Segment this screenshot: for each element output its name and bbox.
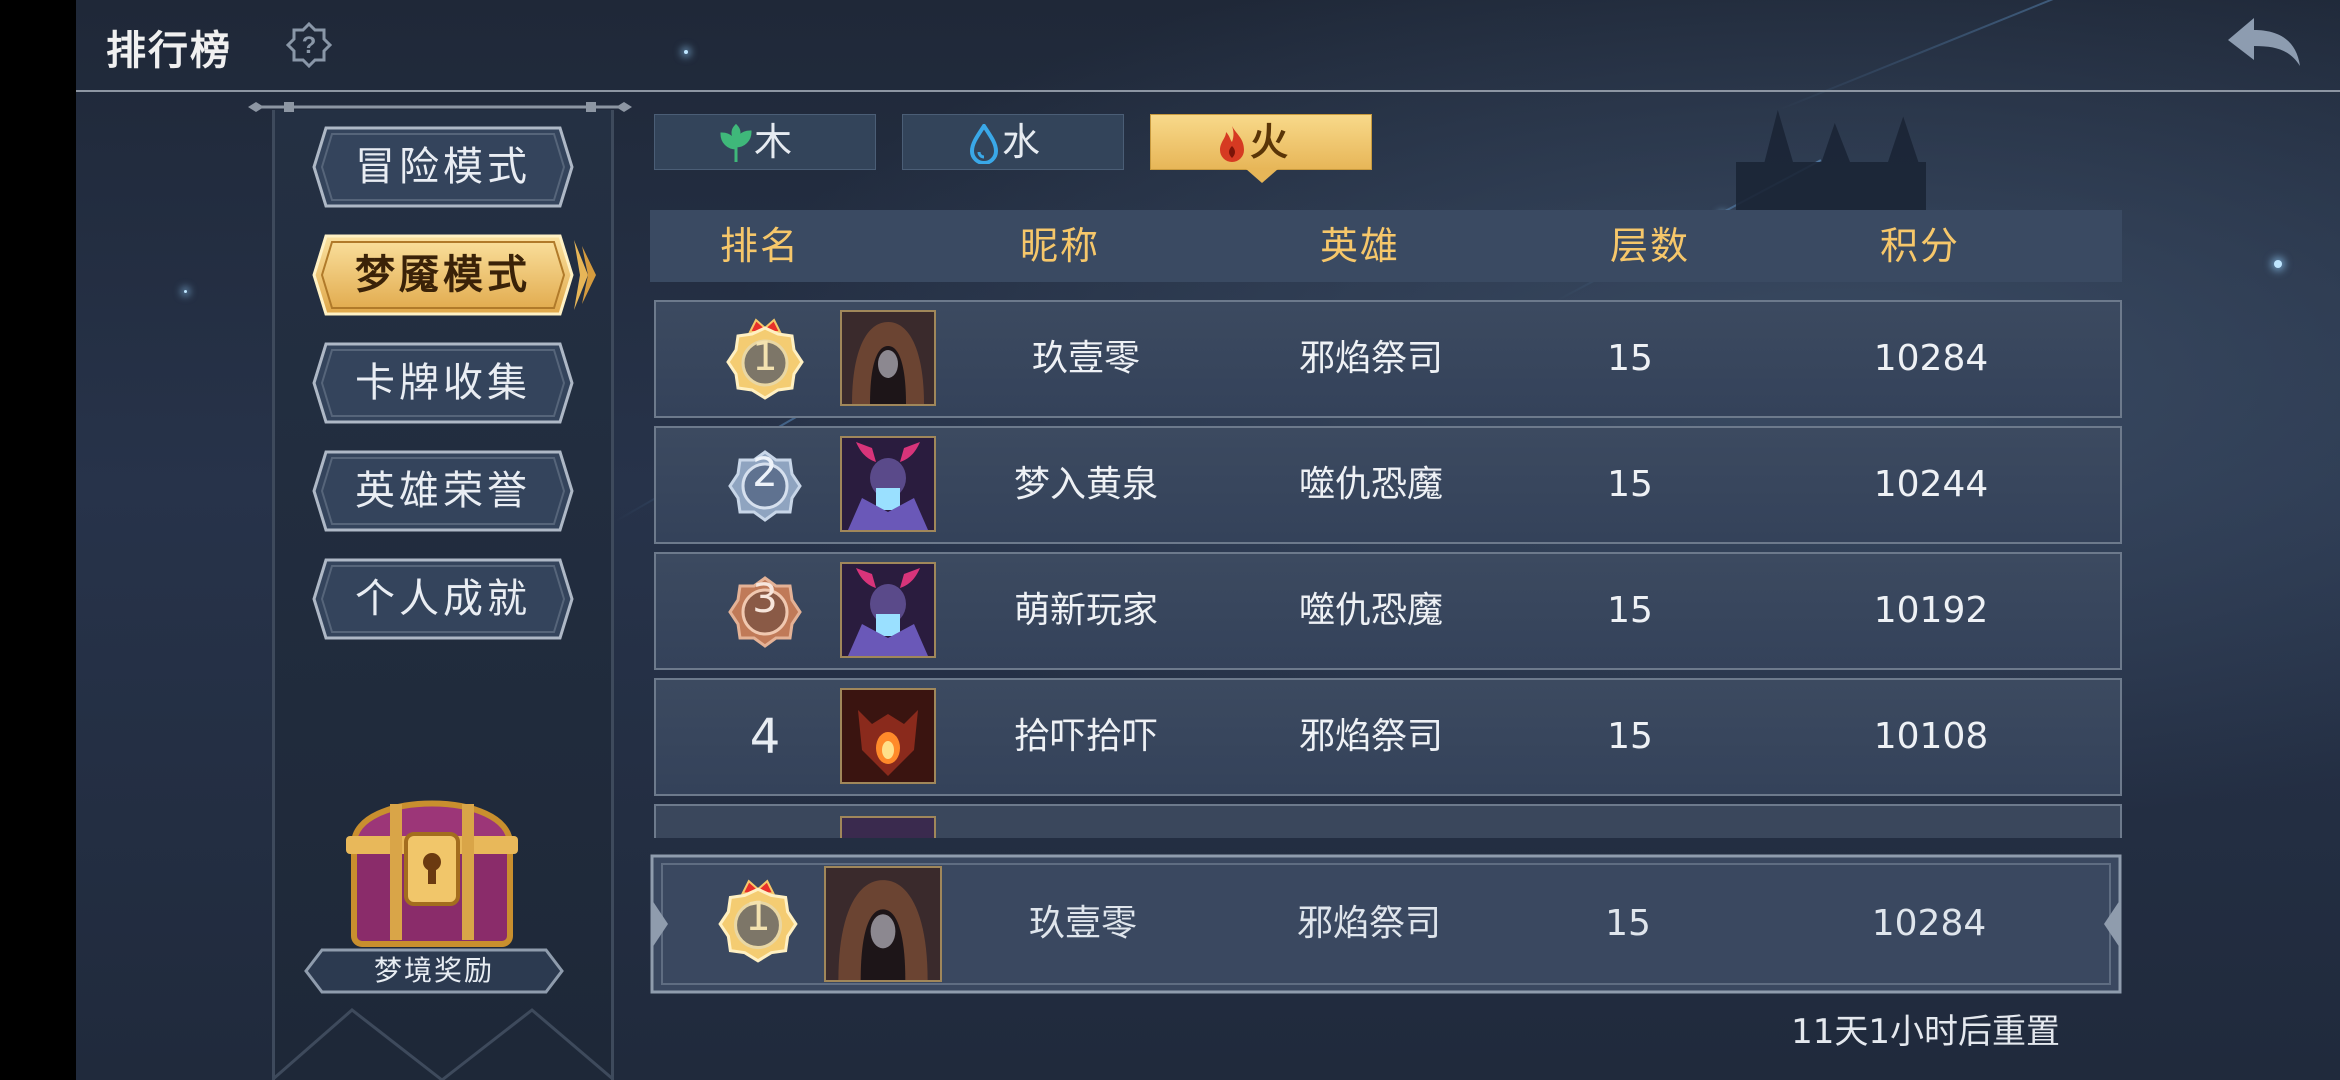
rank-number: 3 (752, 576, 778, 622)
table-row[interactable]: 2 梦入黄泉 噬仇恐魔 15 10244 (654, 426, 2122, 544)
table-header: 排名 昵称 英雄 层数 积分 (650, 210, 2122, 282)
hero-name: 邪焰祭司 (1298, 716, 1443, 757)
panel-rail-ornament (248, 102, 632, 112)
hero-avatar (840, 562, 936, 658)
reward-label: 梦境奖励 (373, 954, 494, 987)
hero-name: 噬仇恐魔 (1298, 464, 1443, 505)
panel-bottom-ornament (272, 1008, 614, 1080)
header-bar: 排行榜 ? (76, 0, 2340, 92)
hero-avatar (840, 310, 936, 406)
active-tab-pointer (1246, 169, 1278, 183)
floor-count: 15 (1607, 716, 1653, 757)
my-rank-row[interactable]: 1 玖壹零 邪焰祭司 15 10284 (650, 854, 2122, 994)
leaf-icon (720, 124, 752, 162)
mode-label: 个人成就 (355, 576, 531, 622)
reset-countdown: 11天1小时后重置 (1791, 1012, 2060, 1052)
hero-avatar (840, 436, 936, 532)
rank-number: 1 (745, 894, 771, 940)
floor-count: 15 (1607, 464, 1653, 505)
hero-name: 邪焰祭司 (1296, 903, 1441, 944)
help-button[interactable]: ? (285, 21, 333, 69)
player-nickname: 玖壹零 (1031, 338, 1140, 379)
mode-button-nightmare[interactable]: 梦魇模式 (312, 234, 596, 316)
back-button[interactable] (2224, 14, 2304, 74)
mode-button-adventure[interactable]: 冒险模式 (312, 126, 574, 208)
hero-avatar (840, 816, 936, 838)
background-star (184, 290, 187, 293)
column-header-rank: 排名 (719, 224, 800, 268)
column-header-score: 积分 (1879, 224, 1960, 268)
mode-label: 冒险模式 (355, 144, 531, 190)
hero-name: 噬仇恐魔 (1298, 590, 1443, 631)
background-star (2274, 260, 2282, 268)
table-row[interactable]: 4 拾吓拾吓 邪焰祭司 15 10108 (654, 678, 2122, 796)
column-header-hero: 英雄 (1319, 224, 1400, 268)
player-nickname: 梦入黄泉 (1013, 464, 1158, 505)
tab-wood[interactable]: 木 (654, 114, 876, 170)
back-arrow-icon (2228, 18, 2300, 66)
rank-number: 1 (752, 334, 778, 380)
help-icon: ? (285, 21, 333, 69)
score-value: 10108 (1873, 716, 1989, 757)
mode-button-achievements[interactable]: 个人成就 (312, 558, 574, 640)
water-drop-icon (969, 124, 999, 164)
tab-fire[interactable]: 火 (1150, 114, 1372, 183)
floor-count: 15 (1607, 590, 1653, 631)
mode-label: 英雄荣誉 (355, 468, 531, 514)
rank-number: 2 (752, 450, 778, 496)
tab-water[interactable]: 水 (902, 114, 1124, 170)
fire-demon-portrait-icon (842, 690, 934, 782)
tab-label: 水 (1002, 120, 1041, 164)
mode-side-panel: 冒险模式 梦魇模式 卡牌收集 英雄荣誉 个人成就 梦境奖励 (248, 100, 632, 1080)
floor-count: 15 (1607, 338, 1653, 379)
dream-reward-button[interactable]: 梦境奖励 (304, 948, 564, 994)
treasure-chest-icon[interactable] (332, 770, 532, 960)
mode-label: 卡牌收集 (355, 360, 531, 406)
tab-label: 木 (754, 120, 793, 164)
hero-avatar (840, 688, 936, 784)
score-value: 10244 (1873, 464, 1989, 505)
floor-count: 15 (1605, 903, 1651, 944)
horned-demon-portrait-icon (842, 564, 934, 656)
column-header-floor: 层数 (1609, 224, 1690, 268)
score-value: 10284 (1873, 338, 1989, 379)
hero-name: 邪焰祭司 (1298, 338, 1443, 379)
score-value: 10192 (1873, 590, 1989, 631)
table-row[interactable]: 1 玖壹零 邪焰祭司 15 10284 (654, 300, 2122, 418)
player-nickname: 萌新玩家 (1013, 590, 1158, 631)
mode-button-card-collection[interactable]: 卡牌收集 (312, 342, 574, 424)
column-header-nickname: 昵称 (1019, 224, 1100, 268)
player-nickname: 玖壹零 (1028, 903, 1137, 944)
mode-button-hero-honor[interactable]: 英雄荣誉 (312, 450, 574, 532)
mode-label: 梦魇模式 (355, 252, 531, 298)
hero-avatar (824, 866, 942, 982)
horned-demon-portrait-icon (842, 438, 934, 530)
flame-icon (1220, 126, 1244, 162)
hooded-priest-portrait-icon (826, 868, 940, 980)
tab-label: 火 (1250, 120, 1289, 164)
score-value: 10284 (1871, 903, 1987, 944)
table-row-partial[interactable] (654, 804, 2122, 838)
rank-number: 4 (749, 709, 781, 765)
player-nickname: 拾吓拾吓 (1013, 716, 1158, 757)
page-title: 排行榜 (106, 28, 232, 74)
table-row[interactable]: 3 萌新玩家 噬仇恐魔 15 10192 (654, 552, 2122, 670)
svg-text:?: ? (302, 32, 317, 59)
hooded-priest-portrait-icon (842, 312, 934, 404)
leaderboard-screen: 排行榜 ? 冒险模式 梦魇模式 卡牌收集 英雄荣誉 个人成就 梦境奖励 木 水 … (76, 0, 2340, 1080)
